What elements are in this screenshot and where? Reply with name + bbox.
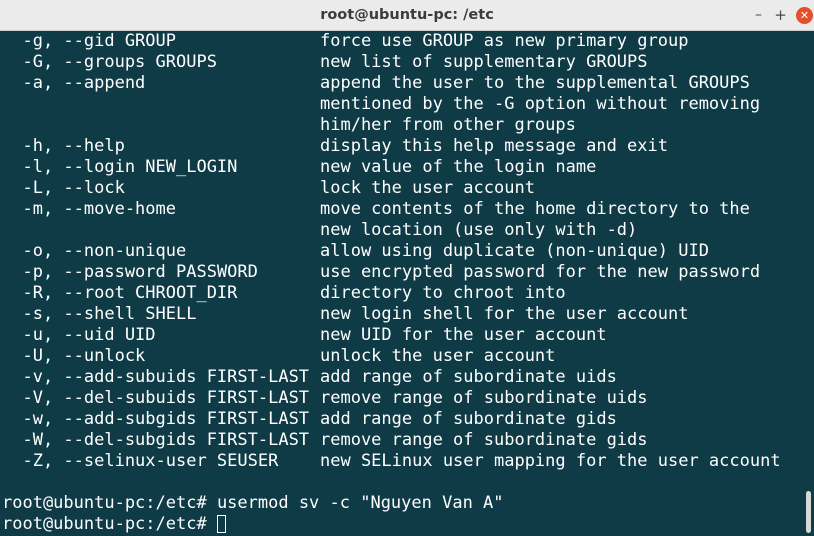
help-line: -V, --del-subuids FIRST-LAST remove range… <box>2 388 781 409</box>
help-description: directory to chroot into <box>320 283 566 303</box>
help-line: -W, --del-subgids FIRST-LAST remove range… <box>2 430 781 451</box>
help-description: mentioned by the -G option without remov… <box>320 94 761 114</box>
terminal-output[interactable]: -g, --gid GROUP force use GROUP as new pr… <box>0 31 814 536</box>
help-option: -s, --shell SHELL <box>2 304 197 324</box>
help-description: new value of the login name <box>320 157 597 177</box>
help-option: -W, --del-subgids FIRST-LAST <box>2 430 310 450</box>
help-description: him/her from other groups <box>320 115 576 135</box>
help-line: -s, --shell SHELL new login shell for the… <box>2 304 781 325</box>
close-button[interactable]: ✕ <box>796 7 813 24</box>
help-line: -U, --unlock unlock the user account <box>2 346 781 367</box>
help-description: allow using duplicate (non-unique) UID <box>320 241 709 261</box>
terminal-window: root@ubuntu-pc: /etc – + ✕ -g, --gid GRO… <box>0 0 814 536</box>
help-option: -L, --lock <box>2 178 125 198</box>
help-line: -h, --help display this help message and … <box>2 136 781 157</box>
help-line: -l, --login NEW_LOGIN new value of the lo… <box>2 157 781 178</box>
help-line: -L, --lock lock the user account <box>2 178 781 199</box>
help-line: -g, --gid GROUP force use GROUP as new pr… <box>2 31 781 52</box>
help-line: -G, --groups GROUPS new list of supplemen… <box>2 52 781 73</box>
scrollbar[interactable] <box>803 31 814 536</box>
help-line: -m, --move-home move contents of the home… <box>2 199 781 220</box>
terminal-lines: -g, --gid GROUP force use GROUP as new pr… <box>2 31 781 535</box>
help-description: new UID for the user account <box>320 325 607 345</box>
help-description: unlock the user account <box>320 346 556 366</box>
help-option: -U, --unlock <box>2 346 146 366</box>
help-option: -u, --uid UID <box>2 325 156 345</box>
help-description: new SELinux user mapping for the user ac… <box>320 451 781 471</box>
help-line: new location (use only with -d) <box>2 220 781 241</box>
help-option: -h, --help <box>2 136 125 156</box>
help-line: -Z, --selinux-user SEUSER new SELinux use… <box>2 451 781 472</box>
help-line: mentioned by the -G option without remov… <box>2 94 781 115</box>
command-text: usermod sv -c "Nguyen Van A" <box>206 493 504 513</box>
help-description: append the user to the supplemental GROU… <box>320 73 750 93</box>
text-cursor <box>216 515 226 533</box>
help-option: -w, --add-subgids FIRST-LAST <box>2 409 310 429</box>
help-description: new location (use only with -d) <box>320 220 638 240</box>
help-description: new list of supplementary GROUPS <box>320 52 648 72</box>
help-description: remove range of subordinate uids <box>320 388 648 408</box>
help-line: -R, --root CHROOT_DIR directory to chroot… <box>2 283 781 304</box>
command-line: root@ubuntu-pc:/etc# usermod sv -c "Nguy… <box>2 493 781 514</box>
shell-prompt: root@ubuntu-pc:/etc# <box>2 514 207 534</box>
help-line: him/her from other groups <box>2 115 781 136</box>
help-option: -g, --gid GROUP <box>2 31 176 51</box>
help-option: -V, --del-subuids FIRST-LAST <box>2 388 310 408</box>
maximize-button[interactable]: + <box>772 7 789 24</box>
help-option: -m, --move-home <box>2 199 176 219</box>
help-option: -l, --login NEW_LOGIN <box>2 157 238 177</box>
help-line: -o, --non-unique allow using duplicate (n… <box>2 241 781 262</box>
help-description: add range of subordinate uids <box>320 367 617 387</box>
help-line: -v, --add-subuids FIRST-LAST add range of… <box>2 367 781 388</box>
help-option: -o, --non-unique <box>2 241 187 261</box>
help-option: -p, --password PASSWORD <box>2 262 258 282</box>
blank-line <box>2 472 781 493</box>
help-option: -a, --append <box>2 73 146 93</box>
help-description: remove range of subordinate gids <box>320 430 648 450</box>
active-prompt-line[interactable]: root@ubuntu-pc:/etc# <box>2 514 781 535</box>
help-option: -G, --groups GROUPS <box>2 52 217 72</box>
help-description: lock the user account <box>320 178 535 198</box>
command-input[interactable] <box>207 514 217 534</box>
help-line: -p, --password PASSWORD use encrypted pas… <box>2 262 781 283</box>
scrollbar-thumb[interactable] <box>806 491 811 533</box>
help-description: display this help message and exit <box>320 136 668 156</box>
help-line: -u, --uid UID new UID for the user accoun… <box>2 325 781 346</box>
help-description: new login shell for the user account <box>320 304 689 324</box>
window-title: root@ubuntu-pc: /etc <box>320 7 494 23</box>
shell-prompt: root@ubuntu-pc:/etc# <box>2 493 207 513</box>
help-option: -Z, --selinux-user SEUSER <box>2 451 279 471</box>
help-option: -R, --root CHROOT_DIR <box>2 283 238 303</box>
help-line: -w, --add-subgids FIRST-LAST add range of… <box>2 409 781 430</box>
help-description: use encrypted password for the new passw… <box>320 262 761 282</box>
help-option: -v, --add-subuids FIRST-LAST <box>2 367 310 387</box>
help-description: add range of subordinate gids <box>320 409 617 429</box>
help-description: force use GROUP as new primary group <box>320 31 689 51</box>
title-bar[interactable]: root@ubuntu-pc: /etc – + ✕ <box>0 0 814 31</box>
help-line: -a, --append append the user to the suppl… <box>2 73 781 94</box>
help-description: move contents of the home directory to t… <box>320 199 750 219</box>
minimize-button[interactable]: – <box>750 7 767 24</box>
